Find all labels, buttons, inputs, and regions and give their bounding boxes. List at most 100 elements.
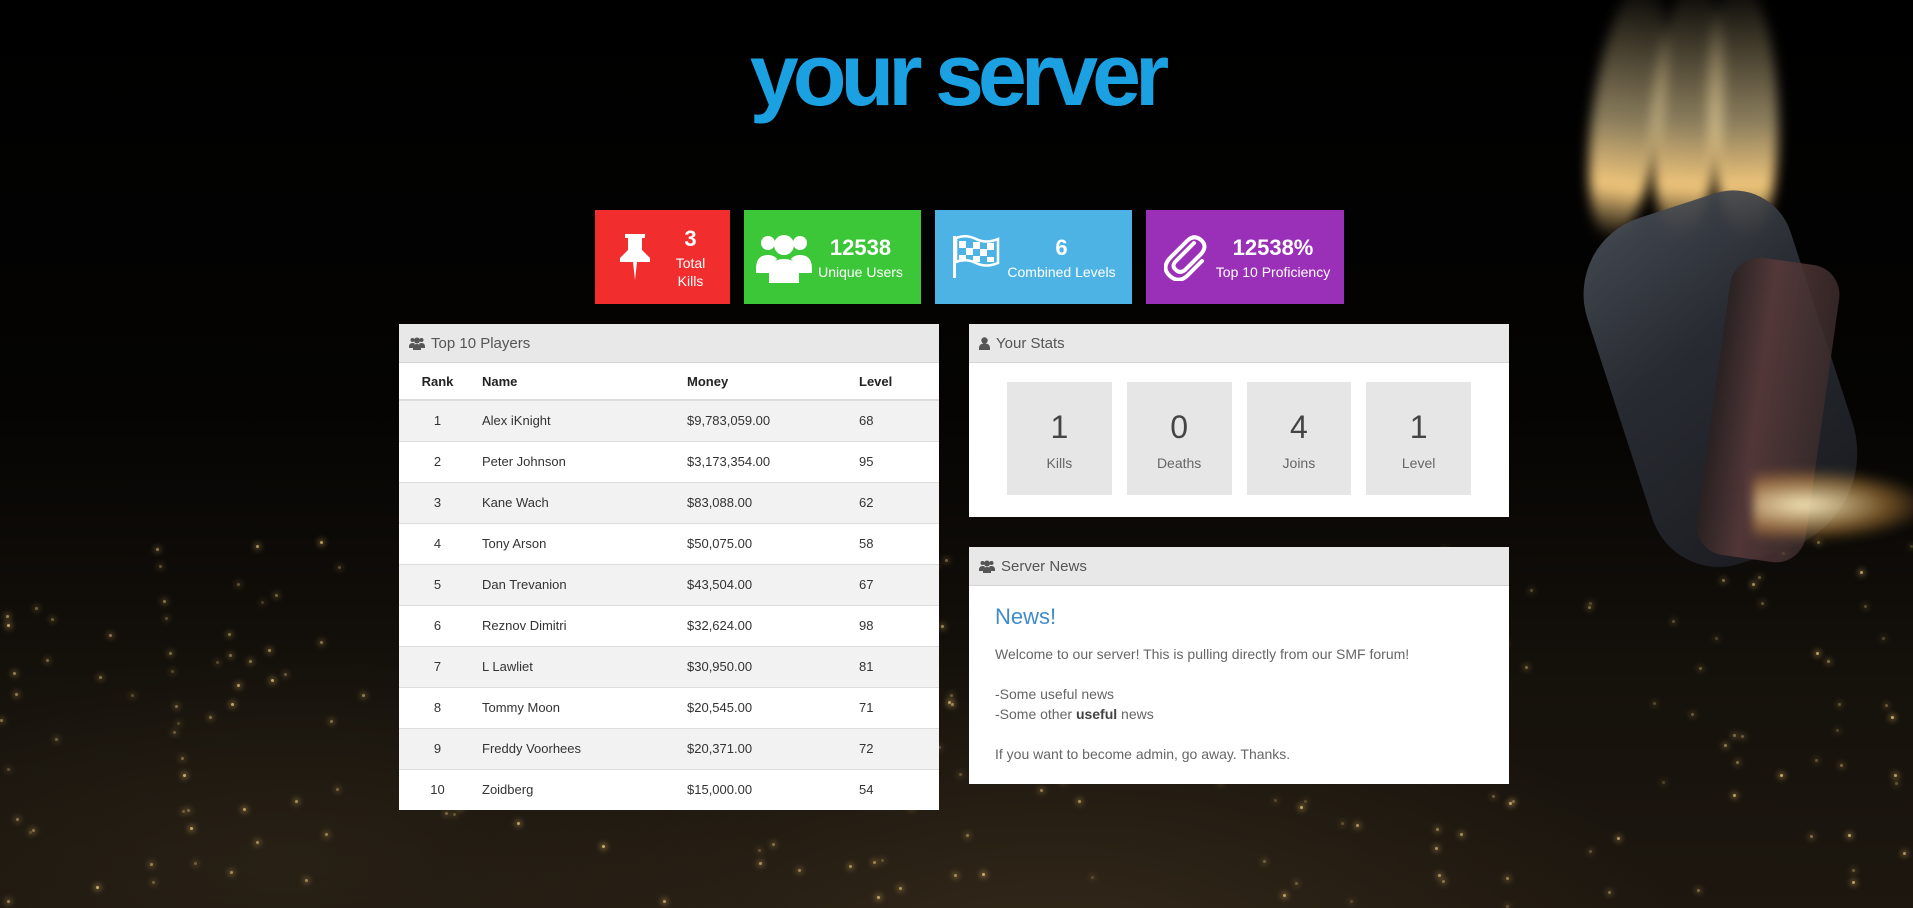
table-row: 10 Zoidberg $15,000.00 54 [399, 768, 939, 810]
city-light [227, 633, 231, 637]
city-light [1903, 852, 1907, 856]
city-light [0, 719, 4, 723]
cell-name: Peter Johnson [476, 440, 681, 482]
city-light [1827, 659, 1831, 663]
city-light [1736, 760, 1740, 764]
city-light [1860, 570, 1864, 574]
city-light [1733, 794, 1737, 798]
city-light [1524, 665, 1528, 669]
city-light [1671, 619, 1675, 623]
city-light [29, 831, 33, 835]
city-light [1815, 759, 1819, 763]
city-light [1435, 827, 1439, 831]
cell-name: Zoidberg [476, 768, 681, 810]
stat-value: 1 [1050, 408, 1069, 445]
city-light [164, 617, 168, 621]
city-light [173, 731, 177, 735]
panel-title: Your Stats [996, 334, 1065, 352]
city-light [1891, 715, 1895, 719]
city-light [452, 813, 456, 817]
city-light [1661, 780, 1665, 784]
news-body: News! Welcome to our server! This is pul… [969, 586, 1509, 782]
table-header-row: Rank Name Money Level [399, 363, 939, 401]
city-light [170, 669, 174, 673]
cell-level: 95 [857, 440, 939, 482]
city-light [268, 649, 272, 653]
cell-money: $15,000.00 [681, 768, 857, 810]
cell-name: Tony Arson [476, 522, 681, 564]
stat-label: Kills [1046, 454, 1073, 471]
city-light [1435, 847, 1439, 851]
city-light [1864, 605, 1868, 609]
city-light [1263, 860, 1267, 863]
city-light [1460, 832, 1464, 836]
city-light [954, 873, 958, 877]
city-light [16, 818, 20, 822]
city-light [1714, 637, 1718, 641]
cell-rank: 4 [399, 522, 476, 564]
city-light [758, 861, 762, 865]
news-line-2: -Some other useful news [995, 704, 1483, 724]
city-light [1090, 876, 1094, 880]
city-light [797, 869, 801, 873]
user-icon [979, 336, 990, 350]
city-light [261, 600, 265, 604]
flag-icon [947, 234, 1003, 280]
city-light [183, 774, 187, 778]
cell-rank: 7 [399, 645, 476, 687]
column-header-level[interactable]: Level [857, 363, 939, 401]
city-light [872, 861, 876, 864]
city-light [189, 826, 193, 830]
city-light [1300, 805, 1304, 809]
city-light [7, 768, 11, 771]
city-light [275, 594, 279, 598]
cell-rank: 5 [399, 563, 476, 605]
cell-level: 62 [857, 481, 939, 523]
table-row: 7 L Lawliet $30,950.00 81 [399, 645, 939, 687]
news-headline[interactable]: News! [995, 604, 1483, 630]
city-light [1779, 774, 1783, 778]
city-light [236, 683, 240, 687]
cell-money: $3,173,354.00 [681, 440, 857, 482]
cell-rank: 9 [399, 727, 476, 769]
city-light [229, 654, 233, 658]
city-light [1511, 800, 1515, 804]
city-light [1852, 868, 1856, 872]
news-line-2-prefix: -Some other [995, 706, 1076, 722]
tile-unique-users: 12538 Unique Users [744, 210, 921, 304]
city-light [1691, 713, 1695, 717]
cell-rank: 8 [399, 686, 476, 728]
city-light [162, 600, 166, 604]
city-light [6, 623, 10, 627]
cell-money: $32,624.00 [681, 604, 857, 646]
stat-value: 1 [1409, 408, 1428, 445]
cell-name: Alex iKnight [476, 399, 681, 441]
city-light [95, 885, 99, 889]
panel-header: Your Stats [969, 324, 1509, 363]
news-outro: If you want to become admin, go away. Th… [995, 746, 1291, 762]
city-light [31, 829, 35, 833]
city-light [236, 583, 240, 587]
city-light [243, 808, 247, 812]
cell-level: 54 [857, 768, 939, 810]
city-light [1607, 891, 1611, 895]
stat-kills: 1 Kills [1007, 382, 1112, 495]
stat-joins: 4 Joins [1246, 382, 1352, 495]
table-row: 3 Kane Wach $83,088.00 62 [399, 481, 939, 523]
city-light [5, 614, 9, 618]
cell-level: 72 [857, 727, 939, 769]
column-header-name[interactable]: Name [476, 363, 681, 401]
cell-money: $20,545.00 [681, 686, 857, 728]
city-light [50, 618, 54, 622]
city-light [46, 659, 50, 663]
city-light [1273, 799, 1277, 803]
city-light [1340, 821, 1344, 825]
cell-level: 71 [857, 686, 939, 728]
city-light [1740, 735, 1744, 739]
cell-rank: 6 [399, 604, 476, 646]
column-header-money[interactable]: Money [681, 363, 857, 401]
tile-value: 12538 [829, 235, 892, 260]
column-header-rank[interactable]: Rank [399, 363, 476, 401]
cell-money: $30,950.00 [681, 645, 857, 687]
city-light [1839, 764, 1843, 768]
